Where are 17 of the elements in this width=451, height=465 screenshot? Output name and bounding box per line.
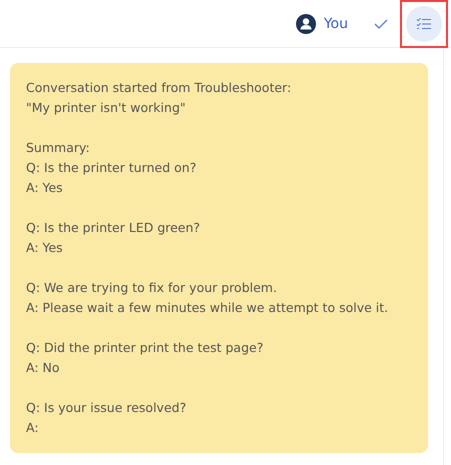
message-line: Q: We are trying to fix for your problem. [26,279,278,297]
message-line: A: Yes [26,179,64,197]
message-line: A: No [26,359,61,377]
message-line: A: [26,419,40,437]
message-line: "My printer isn't working" [26,99,187,117]
checklist-icon [416,16,432,30]
message-line: Q: Did the printer print the test page? [26,339,264,357]
message-line: Summary: [26,139,91,157]
user-avatar-icon [296,14,316,34]
message-line: Q: Is the printer turned on? [26,159,198,177]
message-line: A: Please wait a few minutes while we attempt to solve it. [26,299,390,317]
message-line: Q: Is the printer LED green? [26,219,202,237]
message-line: A: Yes [26,239,64,257]
message-line: Conversation started from Troubleshooter: [26,79,292,97]
message-line: Q: Is your issue resolved? [26,399,188,417]
user-name: You [324,16,348,32]
checklist-button[interactable] [406,6,442,42]
